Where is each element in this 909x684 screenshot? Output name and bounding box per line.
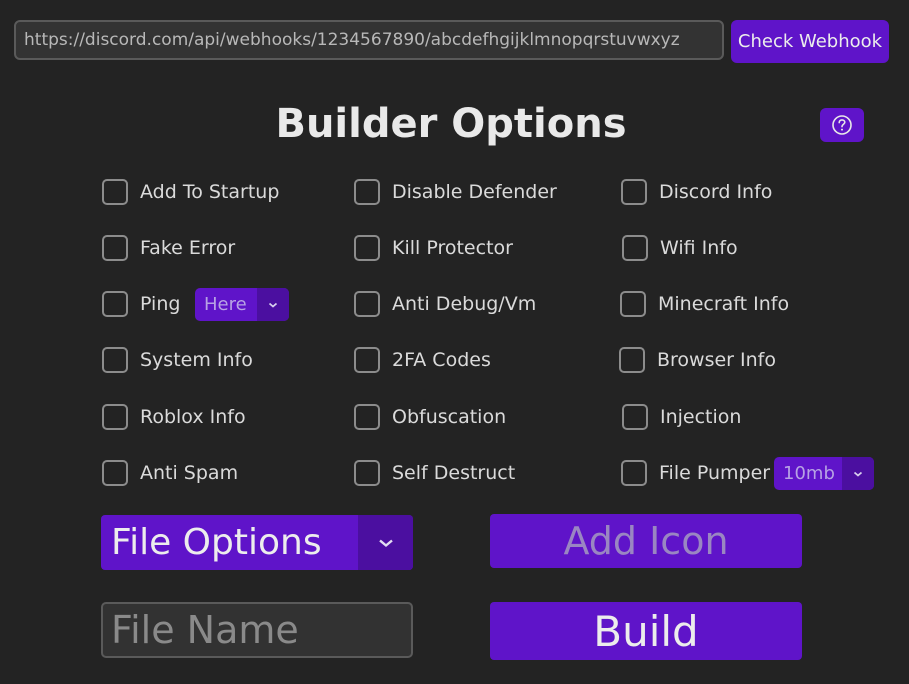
option-kill-protector[interactable]: Kill Protector	[354, 233, 513, 263]
anti-spam-checkbox[interactable]	[102, 460, 128, 486]
anti-debug-checkbox[interactable]	[354, 291, 380, 317]
discord-info-checkbox[interactable]	[621, 179, 647, 205]
minecraft-info-checkbox[interactable]	[620, 291, 646, 317]
pumper-size-select[interactable]: 10mb	[774, 457, 874, 490]
option-obfuscation[interactable]: Obfuscation	[354, 402, 506, 432]
browser-info-label: Browser Info	[657, 349, 776, 371]
option-anti-debug[interactable]: Anti Debug/Vm	[354, 289, 536, 319]
self-destruct-checkbox[interactable]	[354, 460, 380, 486]
obfuscation-checkbox[interactable]	[354, 404, 380, 430]
option-minecraft-info[interactable]: Minecraft Info	[620, 289, 789, 319]
self-destruct-label: Self Destruct	[392, 462, 516, 484]
file-name-input[interactable]	[101, 602, 413, 658]
option-browser-info[interactable]: Browser Info	[619, 345, 776, 375]
ping-select-value: Here	[204, 294, 247, 315]
option-wifi-info[interactable]: Wifi Info	[622, 233, 738, 263]
wifi-info-label: Wifi Info	[660, 237, 738, 259]
kill-protector-checkbox[interactable]	[354, 235, 380, 261]
add-to-startup-checkbox[interactable]	[102, 179, 128, 205]
question-circle-icon	[832, 115, 852, 135]
wifi-info-checkbox[interactable]	[622, 235, 648, 261]
option-fake-error[interactable]: Fake Error	[102, 233, 235, 263]
anti-spam-label: Anti Spam	[140, 462, 239, 484]
build-button[interactable]: Build	[490, 602, 802, 660]
option-self-destruct[interactable]: Self Destruct	[354, 458, 515, 488]
help-button[interactable]	[820, 108, 864, 142]
minecraft-info-label: Minecraft Info	[658, 293, 790, 315]
fake-error-label: Fake Error	[140, 237, 236, 259]
obfuscation-label: Obfuscation	[392, 406, 507, 428]
ping-label: Ping	[140, 293, 181, 315]
option-discord-info[interactable]: Discord Info	[621, 177, 772, 207]
disable-defender-label: Disable Defender	[392, 181, 557, 203]
injection-checkbox[interactable]	[622, 404, 648, 430]
option-ping[interactable]: Ping	[102, 289, 180, 319]
ping-checkbox[interactable]	[102, 291, 128, 317]
system-info-label: System Info	[140, 349, 253, 371]
option-system-info[interactable]: System Info	[102, 345, 253, 375]
fake-error-checkbox[interactable]	[102, 235, 128, 261]
2fa-codes-label: 2FA Codes	[392, 349, 491, 371]
ping-select[interactable]: Here	[195, 288, 289, 321]
injection-label: Injection	[660, 406, 742, 428]
pumper-size-value: 10mb	[783, 463, 835, 484]
system-info-checkbox[interactable]	[102, 347, 128, 373]
webhook-url-input[interactable]	[14, 20, 724, 60]
add-icon-button[interactable]: Add Icon	[490, 514, 802, 568]
kill-protector-label: Kill Protector	[392, 237, 513, 259]
roblox-info-checkbox[interactable]	[102, 404, 128, 430]
option-anti-spam[interactable]: Anti Spam	[102, 458, 238, 488]
disable-defender-checkbox[interactable]	[354, 179, 380, 205]
option-2fa-codes[interactable]: 2FA Codes	[354, 345, 491, 375]
2fa-codes-checkbox[interactable]	[354, 347, 380, 373]
add-to-startup-label: Add To Startup	[140, 181, 280, 203]
chevron-down-icon	[257, 288, 289, 321]
option-add-to-startup[interactable]: Add To Startup	[102, 177, 279, 207]
anti-debug-label: Anti Debug/Vm	[392, 293, 537, 315]
page-title: Builder Options	[275, 101, 627, 147]
browser-info-checkbox[interactable]	[619, 347, 645, 373]
option-disable-defender[interactable]: Disable Defender	[354, 177, 557, 207]
file-pumper-label: File Pumper	[659, 462, 771, 484]
file-options-value: File Options	[111, 522, 322, 563]
check-webhook-button[interactable]: Check Webhook	[731, 20, 889, 63]
discord-info-label: Discord Info	[659, 181, 773, 203]
roblox-info-label: Roblox Info	[140, 406, 246, 428]
file-pumper-checkbox[interactable]	[621, 460, 647, 486]
chevron-down-icon	[358, 515, 413, 570]
chevron-down-icon	[842, 457, 874, 490]
file-options-select[interactable]: File Options	[101, 515, 413, 570]
option-injection[interactable]: Injection	[622, 402, 741, 432]
option-roblox-info[interactable]: Roblox Info	[102, 402, 246, 432]
option-file-pumper[interactable]: File Pumper	[621, 458, 770, 488]
